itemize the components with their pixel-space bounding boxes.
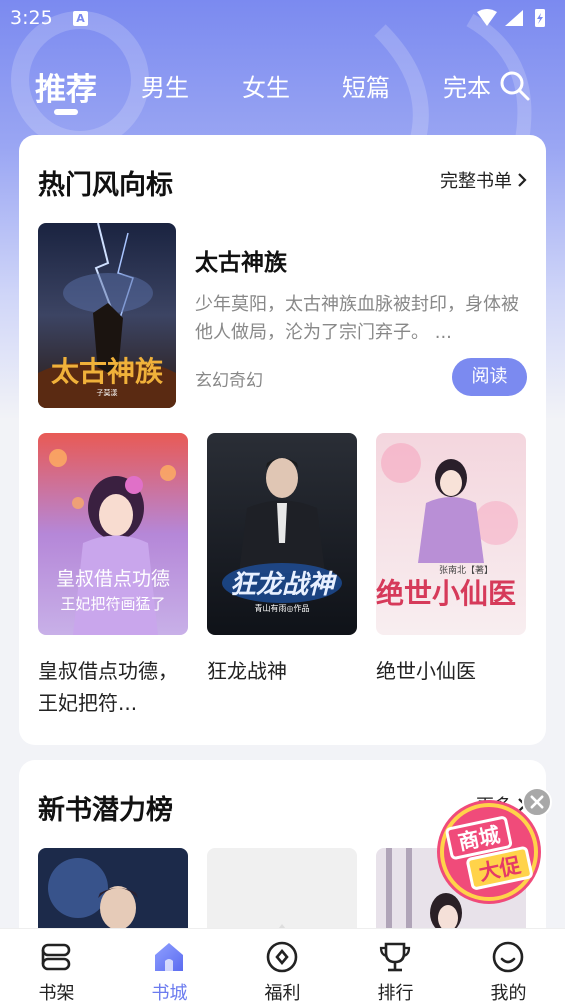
trophy-icon xyxy=(379,942,411,972)
book-cover-1[interactable]: 皇叔借点功德 王妃把符画猛了 xyxy=(38,433,188,635)
category-tabs: 推荐 男生 女生 短篇 完本 xyxy=(0,62,565,122)
tab-recommend[interactable]: 推荐 xyxy=(35,64,97,109)
hot-trends-card: 热门风向标 完整书单 太古神族 子莫漾 太古神族 少年莫阳，太古神族血脉被封印，… xyxy=(19,135,546,745)
hot-trends-title: 热门风向标 xyxy=(38,170,173,201)
tab-male[interactable]: 男生 xyxy=(141,68,189,103)
search-icon[interactable] xyxy=(499,70,531,102)
nav-label-profile: 我的 xyxy=(490,983,527,1004)
full-booklist-label: 完整书单 xyxy=(440,171,512,192)
nav-bookstore[interactable]: 书城 xyxy=(113,929,226,1004)
nav-label-ranking: 排行 xyxy=(377,983,414,1004)
bookshelf-icon xyxy=(41,943,71,971)
cover-3-title: 绝世小仙医 xyxy=(376,577,516,610)
cover-1-title: 皇叔借点功德 xyxy=(56,568,170,590)
bottom-navigation: 书架 书城 福利 排行 我的 xyxy=(0,928,565,1004)
featured-book-description: 少年莫阳，太古神族血脉被封印，身体被他人做局，沦为了宗门弃子。 ... xyxy=(195,294,519,343)
nav-bookshelf[interactable]: 书架 xyxy=(0,929,113,1004)
tab-short[interactable]: 短篇 xyxy=(342,68,390,103)
welfare-icon xyxy=(266,941,298,973)
chevron-right-icon xyxy=(518,173,527,187)
nav-profile[interactable]: 我的 xyxy=(452,929,565,1004)
featured-book-genre: 玄幻奇幻 xyxy=(195,371,263,391)
profile-icon xyxy=(492,941,524,973)
featured-book-title[interactable]: 太古神族 xyxy=(195,243,287,277)
featured-cover-title: 太古神族 xyxy=(51,355,164,388)
featured-book-cover[interactable]: 太古神族 子莫漾 xyxy=(38,223,176,408)
read-button[interactable]: 阅读 xyxy=(452,358,527,396)
book-cover-3[interactable]: 张南北【著】 绝世小仙医 xyxy=(376,433,526,635)
status-time: 3:25 xyxy=(10,7,53,29)
nav-label-bookshelf: 书架 xyxy=(38,983,75,1004)
featured-cover-author: 子莫漾 xyxy=(97,388,118,397)
nav-ranking[interactable]: 排行 xyxy=(339,929,452,1004)
book-title-3[interactable]: 绝世小仙医 xyxy=(376,655,531,687)
system-status-icons xyxy=(477,9,545,27)
nav-welfare[interactable]: 福利 xyxy=(226,929,339,1004)
tab-female[interactable]: 女生 xyxy=(242,68,290,103)
tab-completed[interactable]: 完本 xyxy=(443,68,491,103)
cover-1-subtitle: 王妃把符画猛了 xyxy=(60,595,165,613)
book-title-1[interactable]: 皇叔借点功德，王妃把符... xyxy=(38,655,193,719)
book-title-2[interactable]: 狂龙战神 xyxy=(207,655,362,687)
nav-label-welfare: 福利 xyxy=(264,983,301,1004)
notification-badge: A xyxy=(73,11,88,26)
cover-2-subtitle: 青山有雨◎作品 xyxy=(255,603,310,613)
book-cover-2[interactable]: 狂龙战神 青山有雨◎作品 xyxy=(207,433,357,635)
full-booklist-link[interactable]: 完整书单 xyxy=(440,167,528,193)
nav-label-bookstore: 书城 xyxy=(151,983,188,1004)
bookstore-icon xyxy=(155,943,183,971)
close-icon[interactable] xyxy=(522,787,552,817)
cover-2-title: 狂龙战神 xyxy=(230,570,338,600)
new-books-title: 新书潜力榜 xyxy=(38,795,173,826)
cover-3-author: 张南北【著】 xyxy=(439,564,493,576)
status-bar: 3:25 A xyxy=(0,0,565,36)
active-tab-indicator xyxy=(54,109,78,115)
